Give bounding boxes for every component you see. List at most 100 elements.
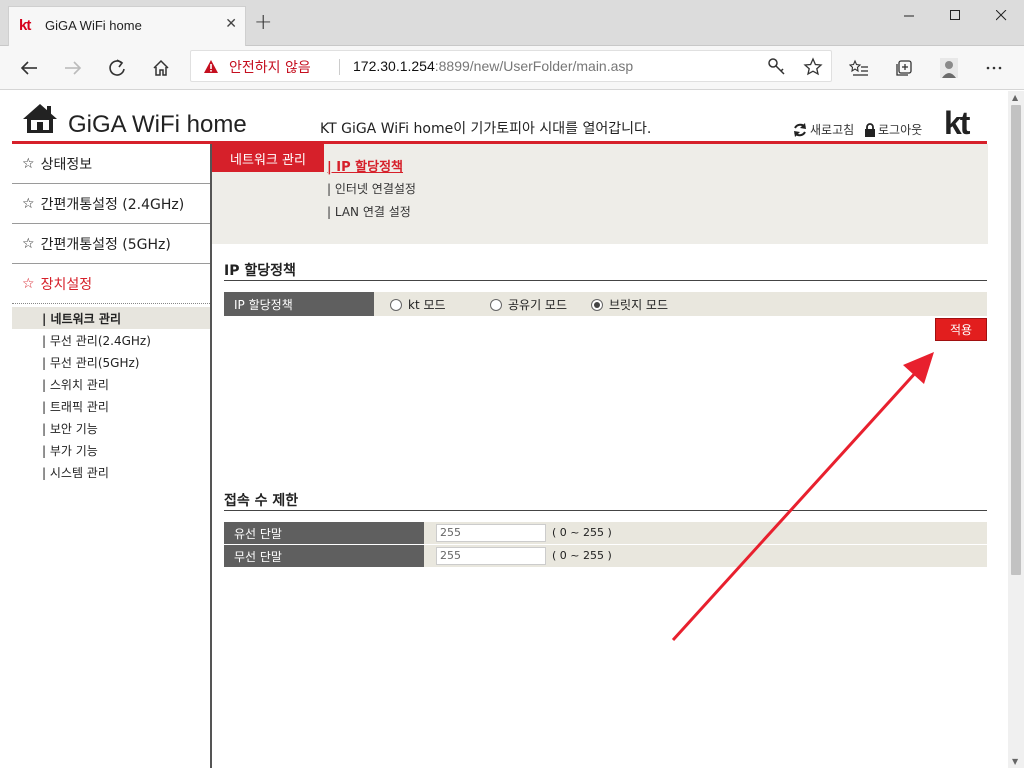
apply-button[interactable]: 적용 xyxy=(935,318,987,341)
address-bar[interactable]: 안전하지 않음 172.30.1.254:8899/new/UserFolder… xyxy=(190,50,832,82)
sidebar-item-label: 간편개통설정 (2.4GHz) xyxy=(40,196,185,213)
scroll-up-arrow-icon[interactable]: ▲ xyxy=(1012,93,1018,102)
tab-title: GiGA WiFi home xyxy=(45,18,142,33)
star-icon: ☆ xyxy=(22,235,35,252)
refresh-label: 새로고침 xyxy=(810,123,855,137)
maximize-icon xyxy=(949,9,960,20)
collections-button[interactable] xyxy=(889,54,919,82)
subtab-ip-policy[interactable]: | IP 할당정책 xyxy=(327,156,403,175)
wired-limit-label: 유선 단말 xyxy=(224,522,424,544)
profile-button[interactable] xyxy=(934,54,964,82)
star-icon: ☆ xyxy=(22,195,35,212)
close-tab-icon[interactable]: ✕ xyxy=(225,16,237,32)
device-settings-submenu: | 네트워크 관리 | 무선 관리(2.4GHz) | 무선 관리(5GHz) … xyxy=(12,304,210,483)
security-warning-label[interactable]: 안전하지 않음 xyxy=(229,57,311,77)
maximize-window-button[interactable] xyxy=(932,0,978,30)
refresh-link[interactable]: 새로고침 xyxy=(792,121,854,138)
favorites-list-button[interactable] xyxy=(844,54,874,82)
main-content: 네트워크 관리 | IP 할당정책 | 인터넷 연결설정 | LAN 연결 설정… xyxy=(212,144,988,768)
more-dots-icon xyxy=(986,66,1002,70)
connection-limit-section-title: 접속 수 제한 xyxy=(224,493,299,509)
url-path: :8899/new/UserFolder/main.asp xyxy=(434,58,634,74)
refresh-icon xyxy=(794,122,806,137)
logout-link[interactable]: 로그아웃 xyxy=(864,121,922,138)
logout-label: 로그아웃 xyxy=(878,123,923,137)
forward-arrow-icon xyxy=(65,61,82,75)
wired-limit-row: 유선 단말 255 ( 0 ~ 255 ) xyxy=(224,522,987,544)
radio-button-unchecked[interactable] xyxy=(390,298,402,311)
sidebar-item-quick-setup-5ghz[interactable]: ☆ 간편개통설정 (5GHz) xyxy=(12,224,210,264)
browser-tab[interactable]: kt GiGA WiFi home ✕ xyxy=(8,6,246,46)
wired-limit-range: ( 0 ~ 255 ) xyxy=(552,526,612,539)
vertical-scrollbar[interactable]: ▲ ▼ xyxy=(1008,91,1024,768)
settings-more-button[interactable] xyxy=(979,54,1009,82)
forward-button[interactable] xyxy=(58,54,88,82)
reload-icon xyxy=(109,59,125,76)
radio-kt-mode[interactable]: kt 모드 xyxy=(390,296,446,313)
address-separator xyxy=(339,59,340,75)
radio-label: kt 모드 xyxy=(408,298,446,312)
kt-favicon-icon: kt xyxy=(19,17,31,34)
close-window-button[interactable] xyxy=(978,0,1024,30)
submenu-security[interactable]: | 보안 기능 xyxy=(12,417,210,439)
ip-policy-label: IP 할당정책 xyxy=(224,292,374,316)
favorites-list-icon xyxy=(849,59,868,76)
submenu-switch-management[interactable]: | 스위치 관리 xyxy=(12,373,210,395)
radio-bridge-mode[interactable]: 브릿지 모드 xyxy=(591,296,668,313)
network-tab-panel: 네트워크 관리 | IP 할당정책 | 인터넷 연결설정 | LAN 연결 설정 xyxy=(212,144,988,244)
minimize-window-button[interactable] xyxy=(886,0,932,30)
submenu-network-management[interactable]: | 네트워크 관리 xyxy=(12,307,210,329)
wireless-limit-range: ( 0 ~ 255 ) xyxy=(552,549,612,562)
router-admin-page: GiGA WiFi home KT GiGA WiFi home이 기가토피아 … xyxy=(12,91,1008,768)
section-divider xyxy=(224,280,987,281)
back-arrow-icon xyxy=(20,61,37,75)
section-divider xyxy=(224,510,987,511)
url-text[interactable]: 172.30.1.254:8899/new/UserFolder/main.as… xyxy=(353,58,633,74)
favorite-star-icon[interactable] xyxy=(803,57,823,77)
sidebar-menu: ☆ 상태정보 ☆ 간편개통설정 (2.4GHz) ☆ 간편개통설정 (5GHz)… xyxy=(12,144,212,768)
wired-limit-input[interactable]: 255 xyxy=(436,524,546,542)
url-host: 172.30.1.254 xyxy=(353,58,435,74)
radio-button-checked[interactable] xyxy=(591,298,603,311)
sidebar-item-label: 상태정보 xyxy=(40,156,93,173)
profile-avatar-icon xyxy=(940,58,958,78)
home-icon[interactable] xyxy=(22,103,58,135)
tab-network-management[interactable]: 네트워크 관리 xyxy=(212,144,324,172)
subtab-internet-connection[interactable]: | 인터넷 연결설정 xyxy=(327,180,416,197)
key-icon[interactable] xyxy=(767,57,787,77)
wireless-limit-row: 무선 단말 255 ( 0 ~ 255 ) xyxy=(224,545,987,567)
sidebar-item-label: 장치설정 xyxy=(40,276,93,293)
home-button[interactable] xyxy=(146,54,176,82)
home-nav-icon xyxy=(153,59,169,76)
ip-policy-row: IP 할당정책 kt 모드 공유기 모드 브릿지 모드 xyxy=(224,292,987,316)
subtab-lan-connection[interactable]: | LAN 연결 설정 xyxy=(327,203,411,220)
submenu-system-management[interactable]: | 시스템 관리 xyxy=(12,461,210,483)
ip-policy-section-title: IP 할당정책 xyxy=(224,263,296,279)
wireless-limit-input[interactable]: 255 xyxy=(436,547,546,565)
sidebar-item-label: 간편개통설정 (5GHz) xyxy=(40,236,171,253)
scrollbar-thumb[interactable] xyxy=(1011,105,1021,575)
sidebar-item-device-settings[interactable]: ☆ 장치설정 xyxy=(12,264,210,304)
scroll-down-arrow-icon[interactable]: ▼ xyxy=(1012,757,1018,766)
radio-button-unchecked[interactable] xyxy=(490,298,502,311)
radio-router-mode[interactable]: 공유기 모드 xyxy=(490,296,567,313)
page-header: GiGA WiFi home KT GiGA WiFi home이 기가토피아 … xyxy=(12,91,1008,144)
sidebar-item-status[interactable]: ☆ 상태정보 xyxy=(12,144,210,184)
back-button[interactable] xyxy=(14,54,44,82)
header-slogan: KT GiGA WiFi home이 기가토피아 시대를 열어갑니다. xyxy=(320,121,652,137)
submenu-wireless-5ghz[interactable]: | 무선 관리(5GHz) xyxy=(12,351,210,373)
reload-button[interactable] xyxy=(102,54,132,82)
sidebar-item-quick-setup-24ghz[interactable]: ☆ 간편개통설정 (2.4GHz) xyxy=(12,184,210,224)
submenu-wireless-24ghz[interactable]: | 무선 관리(2.4GHz) xyxy=(12,329,210,351)
wireless-limit-label: 무선 단말 xyxy=(224,545,424,567)
lock-icon xyxy=(865,122,875,137)
kt-logo: kt xyxy=(944,105,970,141)
browser-toolbar: 안전하지 않음 172.30.1.254:8899/new/UserFolder… xyxy=(0,46,1024,90)
submenu-additional-features[interactable]: | 부가 기능 xyxy=(12,439,210,461)
submenu-traffic-management[interactable]: | 트래픽 관리 xyxy=(12,395,210,417)
new-tab-button[interactable]: + xyxy=(254,12,272,34)
radio-label: 브릿지 모드 xyxy=(609,298,669,312)
browser-tab-strip: kt GiGA WiFi home ✕ + xyxy=(0,0,1024,46)
collections-icon xyxy=(896,60,912,76)
star-icon: ☆ xyxy=(22,155,35,172)
